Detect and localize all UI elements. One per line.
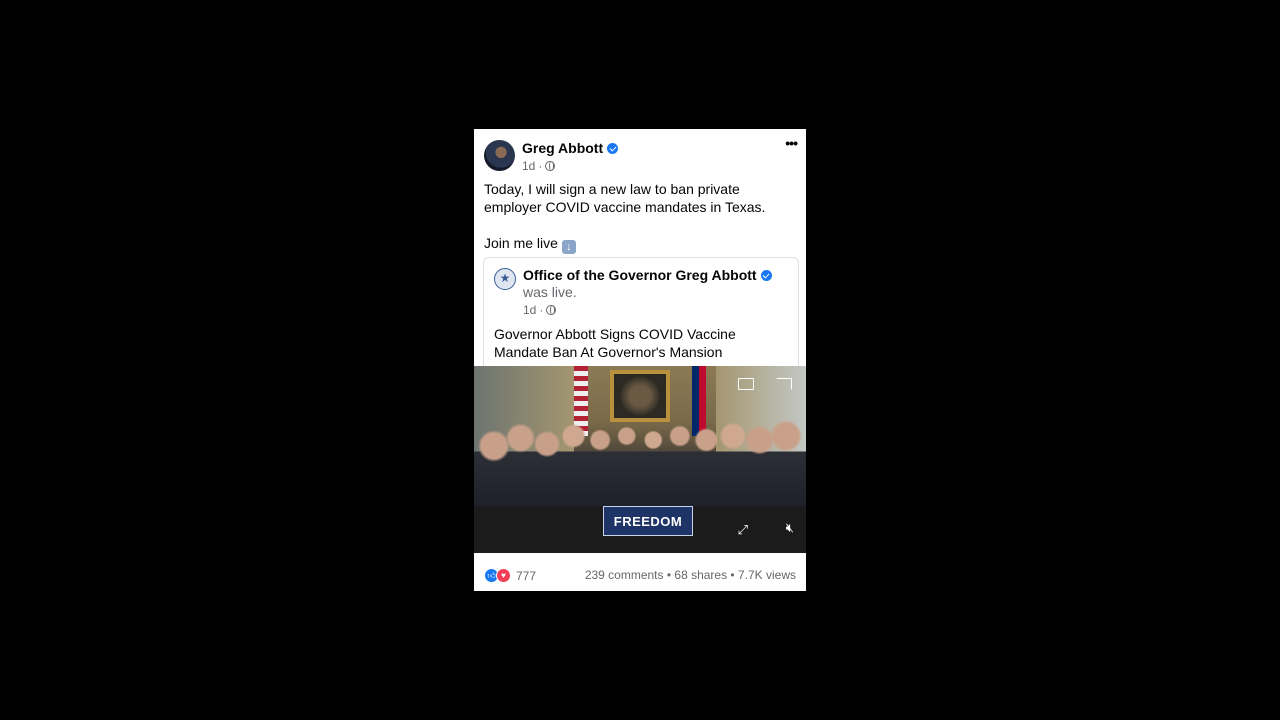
shared-post-meta: 1d ·: [523, 303, 557, 317]
author-name-row[interactable]: Greg Abbott: [522, 140, 619, 156]
globe-icon: [545, 161, 556, 171]
fullscreen-icon[interactable]: ⤢: [738, 523, 748, 537]
post-time[interactable]: 1d: [522, 159, 535, 173]
post-text-line1: Today, I will sign a new law to ban priv…: [484, 181, 766, 215]
post-stats: 239 comments • 68 shares • 7.7K views: [584, 568, 796, 582]
verified-badge-icon: [760, 270, 772, 281]
author-name[interactable]: Greg Abbott: [522, 140, 603, 156]
shared-post-time[interactable]: 1d: [523, 303, 536, 317]
shared-post[interactable]: Office of the Governor Greg Abbott was l…: [483, 257, 799, 378]
author-avatar[interactable]: [484, 140, 515, 171]
video-player[interactable]: FREEDOM ⤢ 🔇︎: [474, 366, 806, 553]
views-count: 7.7K views: [737, 568, 796, 582]
down-arrow-emoji-icon: ↓: [561, 240, 576, 254]
live-status: was live.: [523, 284, 577, 300]
post-card: Greg Abbott 1d · ••• Today, I will sign …: [474, 129, 806, 591]
freedom-sign: FREEDOM: [603, 506, 693, 536]
shares-count[interactable]: 68 shares: [674, 568, 727, 582]
more-options-button[interactable]: •••: [785, 135, 798, 151]
post-text: Today, I will sign a new law to ban priv…: [484, 180, 794, 254]
reactions-summary[interactable]: 👍︎ ♥ 777: [484, 568, 536, 583]
shared-post-header: Office of the Governor Greg Abbott was l…: [523, 267, 791, 301]
comments-count[interactable]: 239 comments: [585, 568, 664, 582]
speaker-mute-icon[interactable]: 🔇︎: [786, 521, 794, 535]
shared-post-title: Governor Abbott Signs COVID Vaccine Mand…: [494, 326, 736, 360]
love-reaction-icon: ♥: [496, 568, 511, 583]
picture-in-picture-icon[interactable]: [738, 378, 754, 390]
post-footer: 👍︎ ♥ 777 239 comments • 68 shares • 7.7K…: [474, 565, 806, 585]
page-seal-icon[interactable]: [494, 268, 516, 290]
video-crowd: [474, 406, 806, 506]
post-meta: 1d ·: [522, 159, 556, 173]
shared-page-name[interactable]: Office of the Governor Greg Abbott: [523, 267, 757, 283]
cast-icon[interactable]: [776, 378, 792, 390]
reaction-count: 777: [516, 568, 537, 583]
verified-badge-icon: [607, 142, 619, 154]
post-text-line2: Join me live ↓: [484, 234, 794, 254]
globe-icon: [546, 305, 557, 315]
